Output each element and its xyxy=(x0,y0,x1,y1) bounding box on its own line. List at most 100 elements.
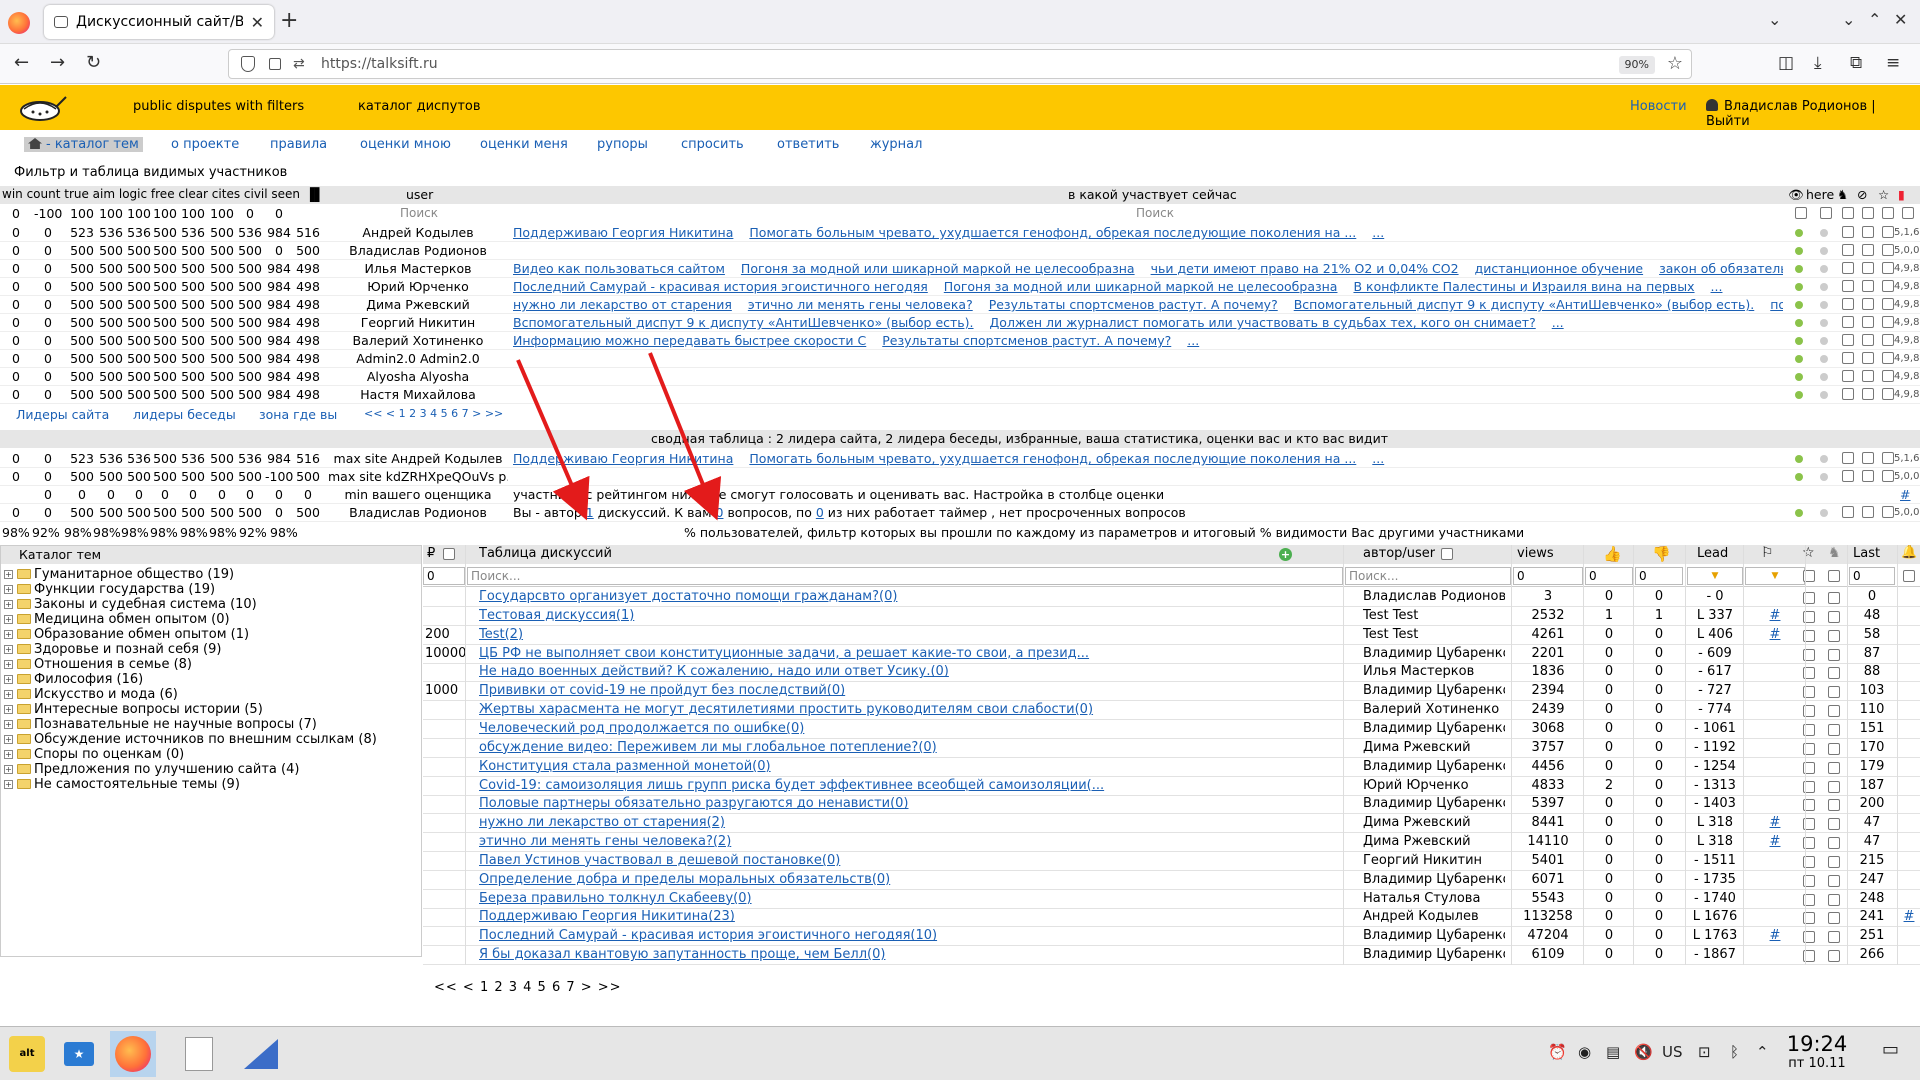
expand-icon[interactable]: + xyxy=(4,765,13,774)
author-name[interactable]: Владимир Цубаренко xyxy=(1305,928,1505,943)
author-name[interactable]: Владимир Цубаренко xyxy=(1305,872,1505,887)
views-filter-input[interactable]: 0 xyxy=(1513,567,1583,585)
user-name[interactable]: max site Андрей Кодылев xyxy=(328,451,508,466)
price-checkbox[interactable] xyxy=(443,548,455,560)
speaker-column-icon[interactable]: ♞ xyxy=(1828,545,1841,561)
row-checkbox[interactable] xyxy=(1862,470,1874,482)
extra-link[interactable]: # xyxy=(1899,909,1919,924)
maximize-icon[interactable]: ⌃ xyxy=(1868,10,1881,29)
user-name[interactable]: Андрей Кодылев xyxy=(328,225,508,240)
row-checkbox[interactable] xyxy=(1882,470,1894,482)
show-desktop-icon[interactable]: ▭ xyxy=(1882,1039,1899,1060)
thumbs-up-icon[interactable]: 👍 xyxy=(1603,545,1622,563)
catalog-item-label[interactable]: Медицина обмен опытом (0) xyxy=(34,612,230,627)
topic-link[interactable]: Результаты спортсменов растут. А почему? xyxy=(989,297,1278,312)
timer-count-link[interactable]: 0 xyxy=(816,505,824,520)
author-name[interactable]: Илья Мастерков xyxy=(1305,664,1505,679)
user-name[interactable]: min вашего оценщика xyxy=(328,487,508,502)
author-name[interactable]: Владимир Цубаренко xyxy=(1305,947,1505,962)
discussion-title-link[interactable]: Жертвы харасмента не могут десятилетиями… xyxy=(479,702,1339,717)
row-checkbox[interactable] xyxy=(1842,226,1854,238)
forward-icon[interactable]: → xyxy=(50,52,65,73)
author-name[interactable]: Владимир Цубаренко xyxy=(1305,721,1505,736)
catalog-item-label[interactable]: Функции государства (19) xyxy=(34,582,215,597)
nav-answer[interactable]: ответить xyxy=(777,137,839,152)
flag-icon[interactable]: ⚐ xyxy=(1761,545,1774,561)
flag-link[interactable]: # xyxy=(1745,815,1805,830)
author-name[interactable]: Владимир Цубаренко xyxy=(1305,683,1505,698)
expand-icon[interactable]: + xyxy=(4,750,13,759)
expand-icon[interactable]: + xyxy=(4,600,13,609)
document-viewer-icon[interactable] xyxy=(176,1031,222,1077)
nav-ask[interactable]: спросить xyxy=(681,137,744,152)
nav-journal[interactable]: журнал xyxy=(870,137,922,152)
row-checkbox[interactable] xyxy=(1862,316,1874,328)
author-name[interactable]: Test Test xyxy=(1305,608,1505,623)
row-checkbox[interactable] xyxy=(1882,334,1894,346)
discussion-title-link[interactable]: Не надо военных действий? К сожалению, н… xyxy=(479,664,1339,679)
expand-icon[interactable]: + xyxy=(4,780,13,789)
row-checkbox[interactable] xyxy=(1862,452,1874,464)
filter-pager[interactable]: << < 1 2 3 4 5 6 7 > >> xyxy=(364,407,503,420)
keyboard-layout[interactable]: US xyxy=(1662,1043,1683,1061)
add-discussion-icon[interactable]: + xyxy=(1279,548,1292,561)
row-checkbox[interactable] xyxy=(1882,226,1894,238)
topic-link[interactable]: Вспомогательный диспут 9 к диспуту «Анти… xyxy=(1294,297,1755,312)
speaker-checkbox[interactable] xyxy=(1828,705,1840,718)
catalog-item[interactable]: + Здоровье и познай себя (9) xyxy=(3,642,421,657)
news-link[interactable]: Новости xyxy=(1630,99,1687,114)
filter-checkbox[interactable] xyxy=(1842,207,1854,219)
filter-checkbox[interactable] xyxy=(1862,207,1874,219)
browser-tab[interactable]: Дискуссионный сайт/Выбо ✕ xyxy=(44,5,274,39)
menu-icon[interactable]: ≡ xyxy=(1886,53,1900,73)
your-zone-link[interactable]: зона где вы xyxy=(259,407,337,422)
site-leaders-link[interactable]: Лидеры сайта xyxy=(16,407,109,422)
topic-link[interactable]: ... xyxy=(1372,451,1384,466)
tray-expand-icon[interactable]: ⌃ xyxy=(1756,1043,1769,1061)
discussion-title-link[interactable]: Конституция стала разменной монетой(0) xyxy=(479,759,1339,774)
user-name[interactable]: Alyosha Alyosha xyxy=(328,369,508,384)
user-name[interactable]: Admin2.0 Admin2.0 xyxy=(328,351,508,366)
topic-link[interactable]: Погоня за модной или шикарной маркой не … xyxy=(741,261,1135,276)
topic-link[interactable]: дистанционное обучение xyxy=(1475,261,1644,276)
filter-checkbox[interactable] xyxy=(1882,207,1894,219)
speaker-checkbox[interactable] xyxy=(1828,837,1840,850)
url-text[interactable]: https://talksift.ru xyxy=(321,56,438,72)
alarm-icon[interactable]: ⏰ xyxy=(1548,1043,1567,1061)
speaker-checkbox[interactable] xyxy=(1828,874,1840,887)
expand-icon[interactable]: + xyxy=(4,735,13,744)
topic-link[interactable]: ... xyxy=(1372,225,1384,240)
row-checkbox[interactable] xyxy=(1842,388,1854,400)
user-name[interactable]: Настя Михайлова xyxy=(328,387,508,402)
discussion-title-link[interactable]: Прививки от covid-19 не пройдут без посл… xyxy=(479,683,1339,698)
author-checkbox[interactable] xyxy=(1441,548,1453,560)
filter-threshold-value[interactable]: 100 xyxy=(208,206,236,221)
last-filter-input[interactable]: 0 xyxy=(1849,567,1895,585)
firefox-icon[interactable] xyxy=(8,12,30,34)
catalog-item[interactable]: + Законы и судебная система (10) xyxy=(3,597,421,612)
catalog-item[interactable]: + Образование обмен опытом (1) xyxy=(3,627,421,642)
nav-my-ratings[interactable]: оценки мною xyxy=(360,137,451,152)
filter-checkbox[interactable] xyxy=(1902,207,1914,219)
speaker-checkbox[interactable] xyxy=(1828,686,1840,699)
permissions-icon[interactable]: ⇄ xyxy=(293,56,305,72)
topic-link[interactable]: Последний Самурай - красивая история эго… xyxy=(513,279,928,294)
topic-link[interactable]: Поддерживаю Георгия Никитина xyxy=(513,451,733,466)
settings-hash-link[interactable]: # xyxy=(1900,487,1910,502)
bookmark-star-icon[interactable]: ☆ xyxy=(1667,53,1683,74)
topic-link[interactable]: этично ли менять гены человека? xyxy=(748,297,973,312)
topic-link[interactable]: Помогать больным чревато, ухудшается ген… xyxy=(749,451,1356,466)
row-checkbox[interactable] xyxy=(1842,280,1854,292)
filter-threshold-value[interactable]: 100 xyxy=(68,206,96,221)
discussion-title-link[interactable]: Поддерживаю Георгия Никитина(23) xyxy=(479,909,1339,924)
tracking-shield-icon[interactable] xyxy=(241,56,255,72)
user-name[interactable]: max site kdZRHXpeQOuVs p... xyxy=(328,469,508,484)
nav-about[interactable]: о проекте xyxy=(171,137,239,152)
filter-checkbox[interactable] xyxy=(1820,207,1832,219)
row-checkbox[interactable] xyxy=(1882,244,1894,256)
author-name[interactable]: Дима Ржевский xyxy=(1305,815,1505,830)
catalog-item-label[interactable]: Здоровье и познай себя (9) xyxy=(34,642,221,657)
catalog-item-label[interactable]: Интересные вопросы истории (5) xyxy=(34,702,263,717)
author-name[interactable]: Test Test xyxy=(1305,627,1505,642)
catalog-item[interactable]: + Функции государства (19) xyxy=(3,582,421,597)
